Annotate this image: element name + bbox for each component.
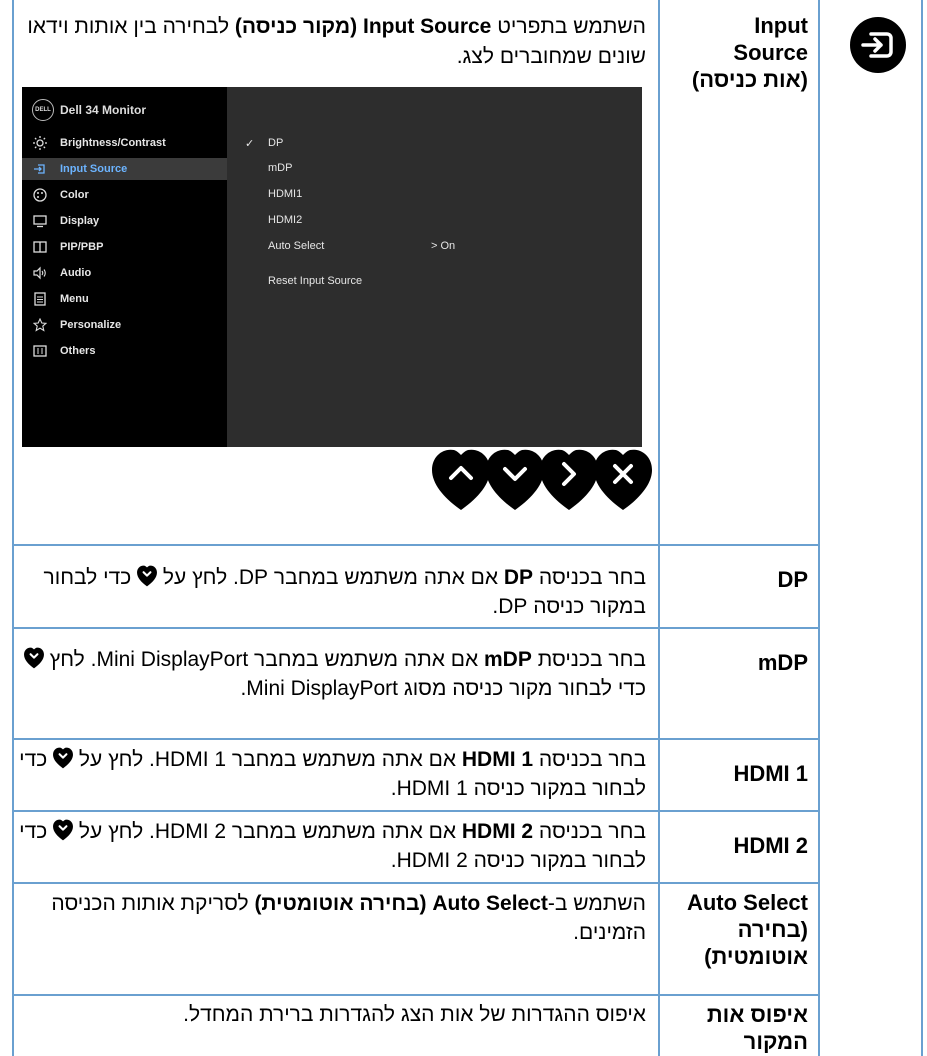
down-heart-icon <box>53 819 74 841</box>
row-desc-auto-select: השתמש ב-Auto Select (בחירה אוטומטית) לסר… <box>51 892 646 944</box>
osd-menu-brightness-contrast[interactable]: Brightness/Contrast <box>22 132 227 154</box>
selected-check: ✓ <box>245 138 255 150</box>
row-divider <box>12 994 820 996</box>
row-desc-dp: בחר בכניסה DP אם אתה משתמש במחבר DP. לחץ… <box>43 565 646 618</box>
table-border-left <box>12 0 14 1056</box>
down-heart-icon <box>53 747 74 769</box>
osd-menu-display[interactable]: Display <box>22 210 227 232</box>
color-icon <box>32 187 48 203</box>
row-label-reset: איפוס אות המקור <box>706 1002 808 1054</box>
menu-icon <box>32 291 48 307</box>
section-intro: השתמש בתפריט Input Source (מקור כניסה) ל… <box>27 15 646 68</box>
osd-menu-color[interactable]: Color <box>22 184 227 206</box>
row-label-dp: DP <box>777 567 808 592</box>
osd-menu-audio[interactable]: Audio <box>22 262 227 284</box>
table-border-right <box>818 0 820 1056</box>
input-source-icon <box>850 17 906 73</box>
osd-option-hdmi1[interactable]: HDMI1 <box>268 188 302 200</box>
close-button-icon[interactable] <box>594 448 652 512</box>
row-label-hdmi1: HDMI 1 <box>733 761 808 786</box>
row-desc-hdmi1: בחר בכניסה HDMI 1 אם אתה משתמש במחבר HDM… <box>19 747 646 800</box>
osd-auto-select-value: > On <box>431 240 456 252</box>
row-divider <box>12 882 820 884</box>
row-desc-reset: איפוס ההגדרות של אות הצג להגדרות ברירת ה… <box>183 1003 646 1026</box>
osd-menu-input-source[interactable]: Input Source <box>22 158 227 180</box>
pip-pbp-icon <box>32 239 48 255</box>
page-border-right <box>921 0 923 1056</box>
osd-title: DELL Dell 34 Monitor <box>32 99 146 121</box>
brightness-icon <box>32 135 48 151</box>
display-icon <box>32 213 48 229</box>
input-source-icon <box>32 161 48 177</box>
right-button-icon[interactable] <box>540 448 598 512</box>
row-desc-mdp: בחר בכניסת mDP אם אתה משתמש במחבר Mini D… <box>18 645 646 703</box>
audio-icon <box>32 265 48 281</box>
down-heart-icon <box>137 565 158 587</box>
star-icon <box>32 317 48 333</box>
down-heart-icon <box>23 647 44 669</box>
up-button-icon[interactable] <box>432 448 490 512</box>
row-divider <box>12 544 820 546</box>
osd-menu-personalize[interactable]: Personalize <box>22 314 227 336</box>
table-divider-column <box>658 0 660 1056</box>
row-divider <box>12 738 820 740</box>
osd-option-auto-select[interactable]: Auto Select <box>268 240 324 252</box>
osd-menu-pip-pbp[interactable]: PIP/PBP <box>22 236 227 258</box>
osd-option-hdmi2[interactable]: HDMI2 <box>268 214 302 226</box>
row-divider <box>12 810 820 812</box>
osd-option-dp[interactable]: DP <box>268 137 283 149</box>
osd-screenshot: DELL Dell 34 Monitor Brightness/Contrast… <box>22 87 642 447</box>
down-button-icon[interactable] <box>486 448 544 512</box>
row-label-hdmi2: HDMI 2 <box>733 833 808 858</box>
dell-logo: DELL <box>32 99 54 121</box>
row-desc-hdmi2: בחר בכניסה HDMI 2 אם אתה משתמש במחבר HDM… <box>19 819 646 872</box>
row-label-auto-select: Auto Select (בחירה אוטומטית) <box>686 890 808 969</box>
row-divider <box>12 627 820 629</box>
osd-option-reset-input-source[interactable]: Reset Input Source <box>268 275 362 287</box>
row-label-mdp: mDP <box>757 650 808 675</box>
osd-menu-others[interactable]: Others <box>22 340 227 362</box>
osd-menu-menu[interactable]: Menu <box>22 288 227 310</box>
section-label: Input Source (אות כניסה) <box>691 13 808 92</box>
others-icon <box>32 343 48 359</box>
osd-option-mdp[interactable]: mDP <box>268 162 292 174</box>
